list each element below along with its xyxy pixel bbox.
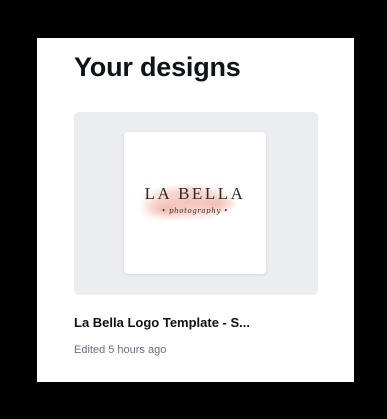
design-edited-timestamp: Edited 5 hours ago bbox=[74, 344, 167, 356]
design-card[interactable]: LA BELLA • photography • La Bella Logo T… bbox=[74, 112, 318, 374]
logo-script-text: • photography • bbox=[161, 207, 229, 215]
logo-wordmark: LA BELLA bbox=[144, 184, 246, 203]
section-title: Your designs bbox=[74, 52, 241, 82]
design-thumbnail[interactable]: LA BELLA • photography • bbox=[124, 132, 266, 274]
your-designs-panel: Your designs LA BELLA • photography • La… bbox=[37, 38, 354, 382]
design-thumbnail-frame[interactable]: LA BELLA • photography • bbox=[74, 112, 318, 295]
design-title[interactable]: La Bella Logo Template - S... bbox=[74, 315, 318, 330]
